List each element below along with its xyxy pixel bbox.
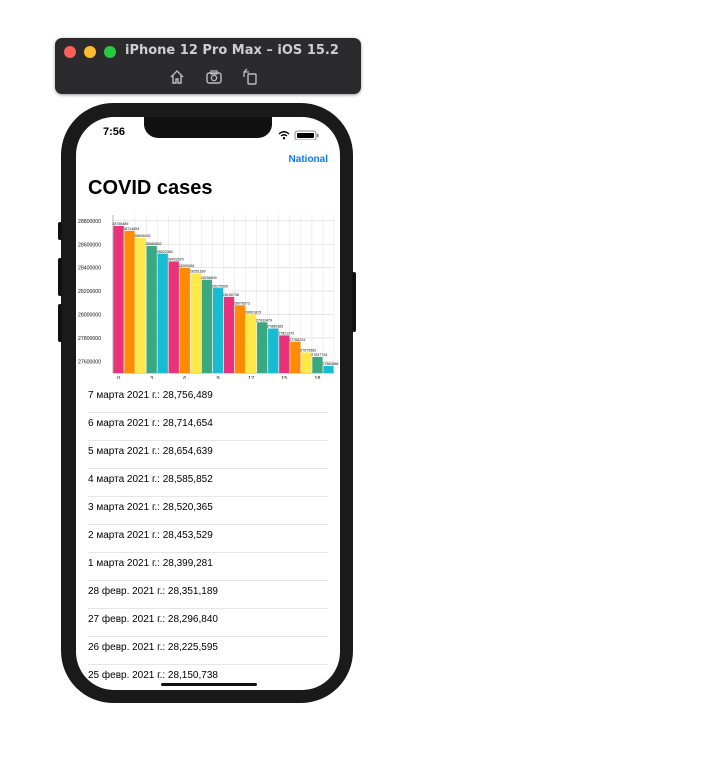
x-tick-label: 3 <box>150 376 153 379</box>
bar-value-label: 28001815 <box>245 310 261 314</box>
bar <box>212 288 224 373</box>
list-item: 28 февр. 2021 г.: 28,351,189 <box>88 581 328 609</box>
y-tick-label: 27800000 <box>78 336 101 342</box>
battery-icon <box>294 130 319 141</box>
x-tick-label: 12 <box>248 376 254 379</box>
home-icon[interactable] <box>168 68 186 86</box>
list-item: 6 марта 2021 г.: 28,714,654 <box>88 413 328 441</box>
bar <box>312 356 323 373</box>
y-tick-label: 27600000 <box>78 359 101 365</box>
status-time: 7:56 <box>103 126 126 138</box>
bar <box>301 352 312 373</box>
cases-bar-chart: 28800000 28600000 28400000 28200000 28000000… <box>78 215 338 379</box>
wifi-icon <box>278 131 290 140</box>
silent-switch <box>58 222 62 240</box>
bar-value-label: 27821370 <box>278 332 294 336</box>
screenshot-icon[interactable] <box>205 68 223 86</box>
page-title: COVID cases <box>88 177 213 199</box>
bar-value-label: 28714654 <box>123 227 139 231</box>
bar-value-label: 27768224 <box>289 338 305 342</box>
x-tick-label: 9 <box>216 376 219 379</box>
bar-value-label: 28078373 <box>234 302 250 306</box>
status-icons <box>278 127 322 145</box>
y-tick-label: 28400000 <box>78 266 101 272</box>
simulator-title: iPhone 12 Pro Max – iOS 15.2 <box>125 43 339 58</box>
y-tick-label: 28200000 <box>78 289 101 295</box>
y-tick-label: 28600000 <box>78 242 101 248</box>
bar <box>279 335 290 373</box>
x-tick-label: 15 <box>281 376 287 379</box>
bar <box>157 253 168 373</box>
bar <box>135 237 146 373</box>
bar-value-label: 27637726 <box>311 353 327 357</box>
simulator-title-bar: iPhone 12 Pro Max – iOS 15.2 <box>55 38 361 94</box>
bar <box>290 341 301 373</box>
bar-value-label: 27560888 <box>322 362 338 366</box>
x-tick-label: 6 <box>183 376 186 379</box>
home-indicator[interactable] <box>161 683 257 686</box>
rotate-icon[interactable] <box>241 68 259 86</box>
bar-value-label: 28756489 <box>112 222 128 226</box>
bar-value-label: 28225595 <box>212 284 228 288</box>
bar <box>223 296 235 373</box>
y-tick-label: 28000000 <box>78 312 101 318</box>
bar <box>246 314 257 373</box>
list-item: 25 февр. 2021 г.: 28,150,738 <box>88 665 328 690</box>
bar-value-label: 27675582 <box>300 349 316 353</box>
minimize-window-button[interactable] <box>84 46 96 58</box>
x-tick-label: 18 <box>314 376 320 379</box>
list-item: 27 февр. 2021 г.: 28,296,840 <box>88 609 328 637</box>
bar <box>190 273 201 373</box>
bar <box>201 279 213 373</box>
national-button[interactable]: National <box>289 154 328 165</box>
list-item: 3 марта 2021 г.: 28,520,365 <box>88 497 328 525</box>
bar <box>323 365 334 373</box>
bar <box>113 225 124 373</box>
close-window-button[interactable] <box>64 46 76 58</box>
list-item: 5 марта 2021 г.: 28,654,639 <box>88 441 328 469</box>
zoom-window-button[interactable] <box>104 46 116 58</box>
notch <box>144 117 272 138</box>
bar-value-label: 28150738 <box>223 293 239 297</box>
list-item: 26 февр. 2021 г.: 28,225,595 <box>88 637 328 665</box>
bar <box>268 328 279 373</box>
bar <box>179 267 190 373</box>
list-item: 2 марта 2021 г.: 28,453,529 <box>88 525 328 553</box>
cases-list: 7 марта 2021 г.: 28,756,489 6 марта 2021 … <box>88 385 328 690</box>
bar <box>257 322 268 373</box>
y-tick-label: 28800000 <box>78 219 101 225</box>
bar-value-label: 28351189 <box>190 270 206 274</box>
bar-value-label: 28296840 <box>201 276 217 280</box>
bar-value-label: 28520365 <box>157 250 173 254</box>
volume-up-button <box>58 258 62 296</box>
bar-value-label: 28585852 <box>146 242 162 246</box>
list-item: 1 марта 2021 г.: 28,399,281 <box>88 553 328 581</box>
bar <box>146 245 157 373</box>
bar <box>234 305 246 373</box>
volume-down-button <box>58 304 62 342</box>
bar-value-label: 28399281 <box>179 264 195 268</box>
list-item: 4 марта 2021 г.: 28,585,852 <box>88 469 328 497</box>
bar-value-label: 27880385 <box>267 325 283 329</box>
power-button <box>352 272 356 332</box>
phone-screen: 7:56 National COVID cases 28800000 286000… <box>76 117 340 690</box>
bar-value-label: 28654639 <box>135 234 151 238</box>
x-tick-label: 0 <box>117 376 120 379</box>
bar-value-label: 27933476 <box>256 318 272 322</box>
list-item: 7 марта 2021 г.: 28,756,489 <box>88 385 328 413</box>
bar <box>124 230 135 373</box>
bar <box>168 261 179 373</box>
bar-value-label: 28453529 <box>168 258 184 262</box>
